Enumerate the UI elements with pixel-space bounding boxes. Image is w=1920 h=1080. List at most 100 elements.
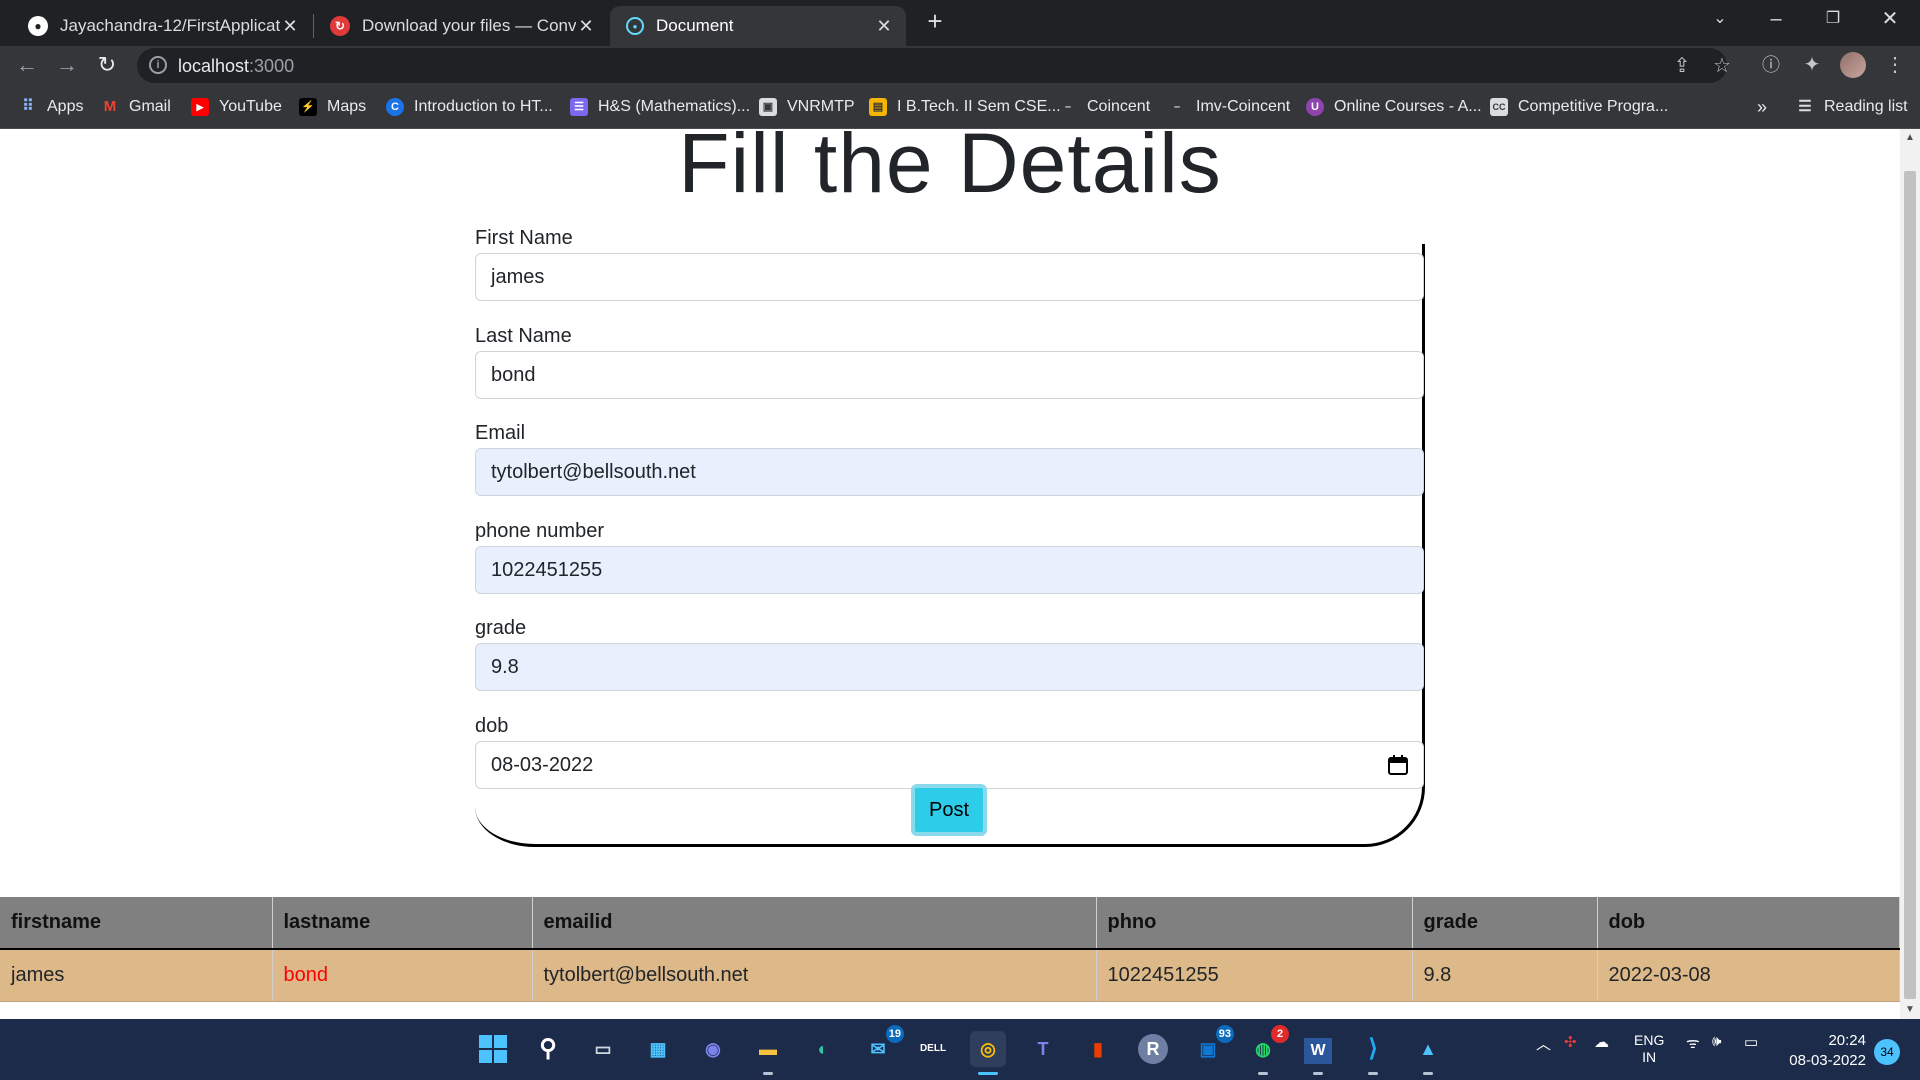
- chrome-icon[interactable]: ◎: [970, 1031, 1006, 1075]
- search-icon[interactable]: ⚲: [530, 1031, 566, 1067]
- running-indicator: [1368, 1072, 1378, 1075]
- outlook-icon[interactable]: ▣ 93: [1190, 1025, 1234, 1067]
- tray-dropbox-icon[interactable]: ✣: [1564, 1033, 1577, 1051]
- bookmark-imv-coincent[interactable]: – Imv-Coincent: [1168, 95, 1290, 119]
- bookmarks-overflow-button[interactable]: »: [1757, 95, 1767, 119]
- post-button[interactable]: Post: [911, 784, 987, 836]
- input-language[interactable]: ENG IN: [1634, 1032, 1664, 1066]
- scroll-down-icon[interactable]: ▼: [1900, 1001, 1920, 1019]
- tab-title: Jayachandra-12/FirstApplication: [60, 16, 280, 35]
- office-icon[interactable]: ▮: [1080, 1031, 1116, 1067]
- share-icon[interactable]: ⇪: [1669, 54, 1695, 80]
- bookmarks-bar: ⠿ Apps M Gmail ▶ YouTube ⚡ Maps C Introductio…: [0, 85, 1920, 129]
- tab-github[interactable]: ● Jayachandra-12/FirstApplication ✕: [12, 6, 312, 46]
- reading-list-button[interactable]: ☰ Reading list: [1796, 95, 1907, 119]
- puzzle-extensions-icon[interactable]: ✦: [1797, 52, 1827, 80]
- whatsapp-icon[interactable]: ◍ 2: [1245, 1025, 1289, 1075]
- edge-icon[interactable]: ◐: [805, 1031, 841, 1067]
- close-icon[interactable]: ✕: [874, 16, 894, 37]
- new-tab-button[interactable]: +: [920, 6, 950, 36]
- word-icon[interactable]: W: [1300, 1031, 1336, 1075]
- cell-phno: 1022451255: [1096, 949, 1413, 1002]
- bookmark-online-courses[interactable]: U Online Courses - A...: [1306, 95, 1482, 119]
- classroom-icon: ▤: [869, 98, 887, 116]
- photos-icon[interactable]: ▲: [1410, 1031, 1446, 1075]
- page-scrollbar[interactable]: ▲ ▼: [1900, 129, 1920, 1019]
- window-close-button[interactable]: ✕: [1862, 0, 1918, 40]
- extension-icon[interactable]: ⓘ: [1756, 52, 1786, 80]
- task-view-icon[interactable]: ▭: [585, 1031, 621, 1067]
- table-row: james bond tytolbert@bellsouth.net 10224…: [0, 949, 1900, 1002]
- close-icon[interactable]: ✕: [280, 16, 300, 37]
- minimize-button[interactable]: –: [1748, 0, 1804, 40]
- bookmark-vnrmtp[interactable]: ▣ VNRMTP: [759, 95, 855, 119]
- system-clock[interactable]: 20:24 08-03-2022: [1782, 1031, 1866, 1071]
- column-header-phno: phno: [1096, 897, 1413, 950]
- windows-start-icon[interactable]: [475, 1031, 511, 1067]
- browser-tab-strip: ● Jayachandra-12/FirstApplication ✕ ↻ Do…: [0, 0, 1920, 46]
- bookmark-mathematics[interactable]: ☰ H&S (Mathematics)...: [570, 95, 750, 119]
- apps-grid-icon: ⠿: [22, 98, 34, 115]
- whatsapp-badge: 2: [1271, 1025, 1289, 1043]
- running-indicator: [763, 1072, 773, 1075]
- vscode-icon[interactable]: ⟩: [1355, 1031, 1391, 1075]
- bookmark-gmail[interactable]: M Gmail: [101, 95, 171, 119]
- profile-avatar[interactable]: [1840, 52, 1866, 78]
- column-header-lastname: lastname: [272, 897, 533, 950]
- bookmark-competitive-programming[interactable]: CC Competitive Progra...: [1490, 95, 1668, 119]
- bookmark-youtube[interactable]: ▶ YouTube: [191, 95, 282, 119]
- wifi-icon[interactable]: ᯤ: [1686, 1033, 1700, 1053]
- bookmark-apps[interactable]: ⠿ Apps: [19, 95, 83, 119]
- onedrive-icon[interactable]: ☁: [1594, 1033, 1609, 1051]
- url-text: localhost:3000: [178, 56, 295, 76]
- first-name-input[interactable]: james: [475, 253, 1424, 301]
- mail-badge: 19: [885, 1025, 904, 1043]
- teams-icon[interactable]: T: [1025, 1031, 1061, 1067]
- codechef-icon: CC: [1490, 98, 1508, 116]
- page-viewport: Fill the Details First Name james Last N…: [0, 129, 1900, 1019]
- r-app-icon[interactable]: R: [1135, 1031, 1171, 1067]
- last-name-label: Last Name: [475, 325, 572, 347]
- tab-title: Download your files — Convertio: [362, 16, 576, 35]
- email-input[interactable]: tytolbert@bellsouth.net: [475, 448, 1424, 496]
- address-bar[interactable]: i localhost:3000 ⇪ ☆: [137, 48, 1731, 83]
- dob-input[interactable]: 08-03-2022: [475, 741, 1424, 789]
- calendar-icon[interactable]: [1387, 754, 1409, 776]
- bookmark-btech[interactable]: ▤ I B.Tech. II Sem CSE...: [869, 95, 1061, 119]
- tab-document[interactable]: ● Document ✕: [610, 6, 906, 46]
- tab-convertio[interactable]: ↻ Download your files — Convertio ✕: [314, 6, 608, 46]
- bookmark-html-intro[interactable]: C Introduction to HT...: [386, 95, 553, 119]
- scroll-up-icon[interactable]: ▲: [1900, 129, 1920, 147]
- column-header-dob: dob: [1597, 897, 1900, 950]
- mail-icon[interactable]: ✉ 19: [860, 1025, 904, 1067]
- phone-input[interactable]: 1022451255: [475, 546, 1424, 594]
- maps-icon: ⚡: [299, 98, 317, 116]
- grade-label: grade: [475, 617, 527, 639]
- widgets-icon[interactable]: ▦: [640, 1031, 676, 1067]
- bookmark-star-icon[interactable]: ☆: [1709, 54, 1735, 80]
- tray-overflow-icon[interactable]: ︿: [1536, 1033, 1551, 1054]
- gmail-icon: M: [103, 98, 117, 115]
- volume-icon[interactable]: 🕪: [1712, 1033, 1721, 1050]
- menu-dots-icon[interactable]: ⋮: [1880, 52, 1910, 80]
- dob-value: 08-03-2022: [491, 754, 594, 776]
- back-icon[interactable]: ←: [11, 50, 43, 82]
- grade-input[interactable]: 9.8: [475, 643, 1424, 691]
- notification-badge[interactable]: 34: [1874, 1039, 1900, 1065]
- email-label: Email: [475, 422, 526, 444]
- last-name-input[interactable]: bond: [475, 351, 1424, 399]
- bookmark-coincent[interactable]: – Coincent: [1059, 95, 1150, 119]
- tab-search-icon[interactable]: ⌄: [1692, 0, 1748, 40]
- file-explorer-icon[interactable]: ▬: [750, 1031, 786, 1075]
- vnr-icon: ▣: [759, 98, 777, 116]
- reload-icon[interactable]: ↻: [91, 50, 123, 82]
- forward-icon[interactable]: →: [51, 50, 83, 82]
- chat-icon[interactable]: ◉: [695, 1031, 731, 1067]
- restore-button[interactable]: ❐: [1805, 0, 1861, 40]
- scrollbar-thumb[interactable]: [1904, 171, 1916, 999]
- site-info-icon[interactable]: i: [149, 56, 167, 74]
- close-icon[interactable]: ✕: [576, 16, 596, 37]
- battery-icon[interactable]: ▭: [1744, 1033, 1758, 1051]
- bookmark-maps[interactable]: ⚡ Maps: [299, 95, 366, 119]
- dell-icon[interactable]: DELL: [915, 1031, 951, 1067]
